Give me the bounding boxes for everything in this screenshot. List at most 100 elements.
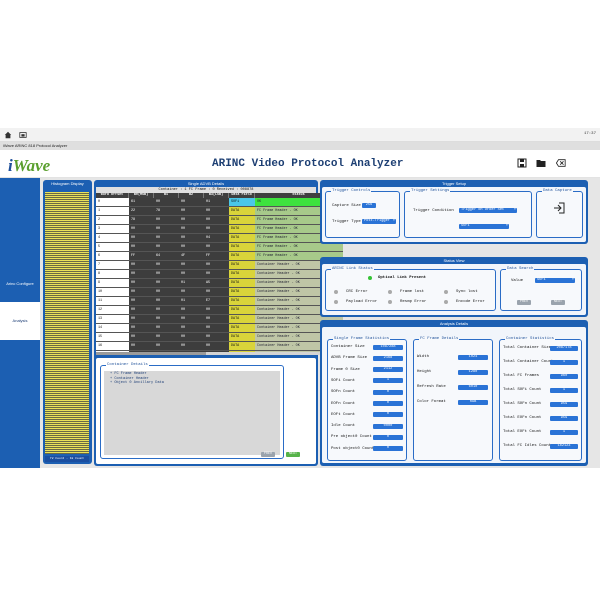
table-cell: 00 [204,225,229,234]
stat-label: Frame 0 Size [331,367,360,372]
stat-value: 0000 [373,423,403,429]
status-view-panel: Status View ARINC Link Status Optical Li… [320,257,588,317]
stat-value: 182123 [550,443,578,449]
table-cell: 00 [154,324,179,333]
table-cell: 7 [96,261,129,270]
stat-value: 1 [550,387,578,393]
data-capture-group: Data Capture [536,189,583,238]
save-icon[interactable] [517,158,527,168]
tree-item[interactable]: + Object 0 Ancillary Data [110,381,164,385]
table-cell: DATA [229,306,255,315]
advb-table[interactable]: Word Offset B0(MSB) B1 B2 B3(LSB) Data Field S… [96,193,343,352]
stat-label: Total Container Count [503,360,554,364]
advb-horizontal-scrollbar[interactable] [96,352,343,355]
capture-size-field[interactable]: 256 [362,203,376,208]
tree-item[interactable]: + Container Header [110,377,149,381]
table-cell: 00 [179,270,204,279]
link-status-title: ARINC Link Status [331,267,374,272]
scrollbar-thumb[interactable] [96,352,206,355]
table-cell: 00 [204,270,229,279]
table-cell: 14 [96,324,129,333]
table-cell: 00 [129,333,154,342]
fc-frame-details-group: FC Frame Details Width 1024 Height 1280 Refr… [413,337,493,461]
trigger-setup-title: Trigger Setup [441,181,467,186]
status-view-title: Status View [443,258,465,263]
search-value-dropdown[interactable]: SOFi [535,278,575,283]
table-cell: DATA [229,207,255,216]
table-cell: 6 [96,252,129,261]
table-cell: 00 [129,234,154,243]
table-cell: 0 [96,198,129,207]
search-prev-button[interactable]: PREV [517,300,531,305]
encode-error-indicator [444,300,448,304]
table-cell: 5 [96,243,129,252]
table-cell: 00 [129,288,154,297]
order-set-dropdown[interactable]: SOFi [459,224,509,229]
container-details-area: Container Details + FC Frame Header + Con… [96,358,316,464]
table-cell: 1 [96,207,129,216]
clear-icon[interactable] [556,158,566,168]
next-button[interactable]: NEXT [286,452,300,457]
table-cell: 00 [179,243,204,252]
table-cell: 00 [154,243,179,252]
table-cell: 10 [96,288,129,297]
stat-value: 959 [550,415,578,421]
trigger-settings-title: Trigger Settings [410,189,451,194]
stat-value: 1024 [458,354,488,360]
table-cell: 00 [179,207,204,216]
window-switch-icon[interactable] [19,131,27,139]
table-cell: 00 [204,333,229,342]
trigger-condition-dropdown[interactable]: Trigger on Order Set [459,208,517,213]
table-cell: 16 [96,342,129,351]
table-cell: 00 [179,333,204,342]
table-cell: 00 [154,279,179,288]
table-cell: FC Frame Header - OK [255,243,343,252]
advb-details-panel: Single ADVB Details Container : 1 FC Fra… [94,180,343,466]
capture-login-icon[interactable] [553,202,565,214]
table-cell: 04 [204,234,229,243]
stat-label: Total EOFn Count [503,416,542,420]
single-frame-stats-title: Single Frame Statistics [333,337,391,342]
trigger-type-label: Trigger Type [332,220,361,224]
table-cell: 00 [204,324,229,333]
stat-value: 1 [373,378,403,384]
home-icon[interactable] [4,131,12,139]
table-cell: DATA [229,216,255,225]
table-cell: FF [129,252,154,261]
table-cell: 22 [129,207,154,216]
table-cell: 00 [154,306,179,315]
crc-error-label: CRC Error [346,290,368,294]
search-next-button[interactable]: NEXT [551,300,565,305]
table-cell: 00 [179,342,204,351]
stat-label: Total SOFi Count [503,388,542,392]
prev-button[interactable]: PREV [261,452,275,457]
trigger-condition-label: Trigger Condition [413,209,454,213]
payload-error-indicator [334,300,338,304]
table-cell: DATA [229,270,255,279]
trigger-type-dropdown[interactable]: Post-Trigger [362,219,396,224]
stat-value: 960 [550,373,578,379]
tree-item[interactable]: + FC Frame Header [110,372,147,376]
stat-label: Refresh Rate [417,385,446,389]
stat-label: Total EOFt Count [503,430,542,434]
stat-label: Total FC Frames [503,374,540,378]
table-cell: 00 [179,216,204,225]
stat-label: EOFn Count [331,401,356,406]
histogram-footer: Y2 Count · 18 Count [45,456,89,462]
table-cell: DATA [229,315,255,324]
table-cell: 00 [179,288,204,297]
data-search-title: Data Search [506,267,535,272]
table-cell: 15 [96,333,129,342]
optical-link-label: Optical Link Present [378,276,427,280]
sidebar-item-arinc-configure[interactable]: Arinc Configure [0,278,40,290]
crc-error-indicator [334,290,338,294]
table-cell: 00 [154,342,179,351]
sidebar-item-analysis[interactable]: Analysis [0,302,40,340]
table-cell: 00 [179,234,204,243]
table-cell: 00 [129,306,154,315]
table-cell: 00 [129,243,154,252]
payload-error-label: Payload Error [346,300,378,304]
advb-title: Single ADVB Details [187,181,225,186]
open-folder-icon[interactable] [536,158,546,168]
data-capture-title: Data Capture [542,189,573,194]
